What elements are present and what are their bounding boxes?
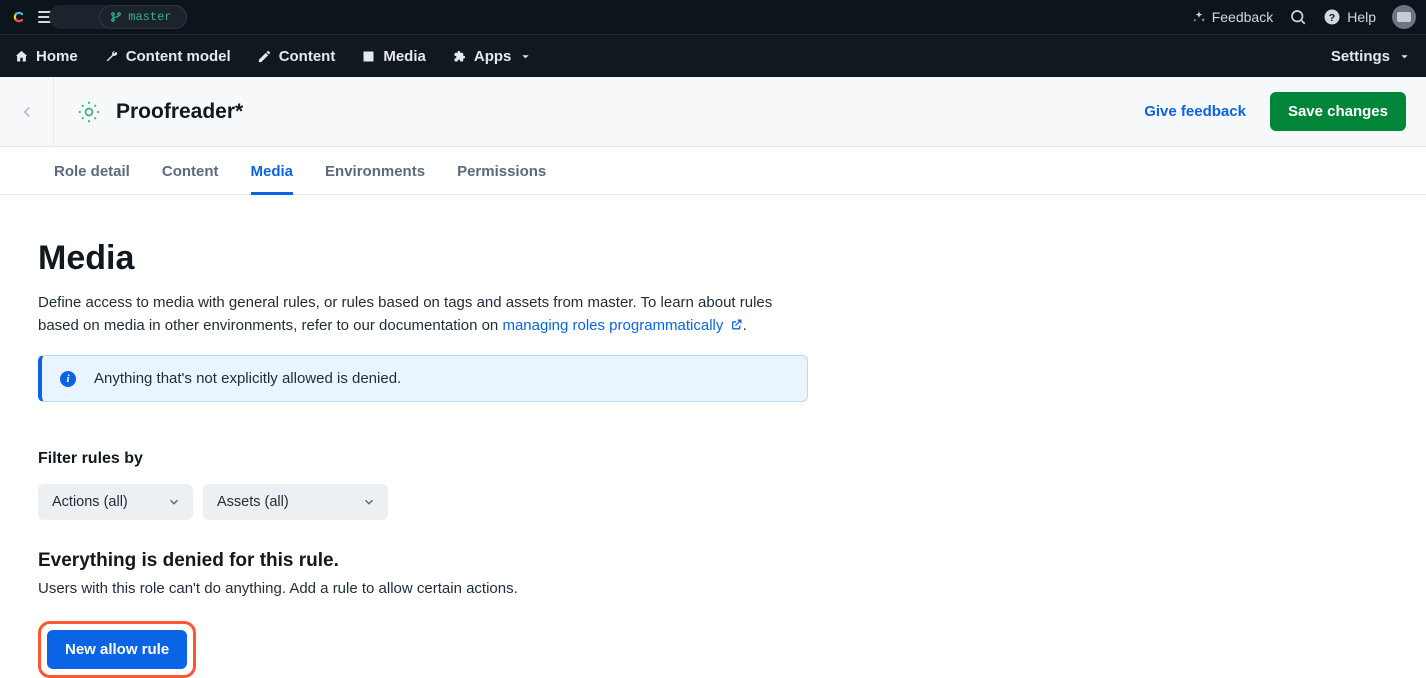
new-allow-rule-button[interactable]: New allow rule bbox=[47, 630, 187, 669]
svg-text:?: ? bbox=[1329, 12, 1335, 24]
denied-description: Users with this role can't do anything. … bbox=[38, 580, 820, 597]
app-topbar: BE master Feedback ? Help bbox=[0, 0, 1426, 34]
role-gear-icon bbox=[76, 99, 102, 125]
user-avatar[interactable] bbox=[1392, 5, 1416, 29]
save-changes-button[interactable]: Save changes bbox=[1270, 92, 1406, 131]
nav-content-model[interactable]: Content model bbox=[104, 48, 231, 65]
filter-label: Filter rules by bbox=[38, 450, 820, 468]
help-link[interactable]: ? Help bbox=[1323, 8, 1376, 26]
home-icon bbox=[14, 49, 29, 64]
caret-down-icon bbox=[518, 49, 533, 64]
environment-name: master bbox=[128, 10, 171, 24]
page-title: Proofreader* bbox=[116, 100, 243, 124]
nav-content[interactable]: Content bbox=[257, 48, 336, 65]
chevron-left-icon bbox=[18, 103, 36, 121]
feedback-link[interactable]: Feedback bbox=[1192, 9, 1273, 25]
denied-heading: Everything is denied for this rule. bbox=[38, 550, 820, 572]
primary-nav: Home Content model Content Media Apps Se… bbox=[0, 34, 1426, 77]
tab-content[interactable]: Content bbox=[162, 147, 219, 195]
image-icon bbox=[361, 49, 376, 64]
doc-link-managing-roles[interactable]: managing roles programmatically bbox=[502, 317, 742, 334]
page-header: Proofreader* Give feedback Save changes bbox=[0, 77, 1426, 147]
nav-settings[interactable]: Settings bbox=[1331, 48, 1412, 65]
filter-assets-select[interactable]: Assets (all) bbox=[203, 484, 388, 520]
nav-home[interactable]: Home bbox=[14, 48, 78, 65]
nav-media[interactable]: Media bbox=[361, 48, 426, 65]
environment-pill[interactable]: master bbox=[99, 5, 186, 29]
tab-permissions[interactable]: Permissions bbox=[457, 147, 546, 195]
section-description: Define access to media with general rule… bbox=[38, 292, 808, 337]
info-text: Anything that's not explicitly allowed i… bbox=[94, 370, 401, 387]
media-rules-section: Media Define access to media with genera… bbox=[0, 195, 820, 678]
search-icon bbox=[1289, 8, 1307, 26]
tutorial-highlight: New allow rule bbox=[38, 621, 196, 678]
info-icon: i bbox=[60, 371, 76, 387]
chevron-down-icon bbox=[167, 495, 181, 509]
tab-role-detail[interactable]: Role detail bbox=[54, 147, 130, 195]
caret-down-icon bbox=[1397, 49, 1412, 64]
back-button[interactable] bbox=[0, 77, 54, 146]
tab-environments[interactable]: Environments bbox=[325, 147, 425, 195]
filter-actions-select[interactable]: Actions (all) bbox=[38, 484, 193, 520]
chevron-down-icon bbox=[362, 495, 376, 509]
sparkle-icon bbox=[1192, 10, 1206, 24]
contentful-logo-icon[interactable] bbox=[10, 8, 28, 26]
search-button[interactable] bbox=[1289, 8, 1307, 26]
give-feedback-link[interactable]: Give feedback bbox=[1144, 103, 1246, 120]
section-heading: Media bbox=[38, 239, 820, 278]
external-link-icon bbox=[730, 318, 743, 331]
nav-apps[interactable]: Apps bbox=[452, 48, 534, 65]
role-tabs: Role detail Content Media Environments P… bbox=[0, 147, 1426, 195]
info-callout: i Anything that's not explicitly allowed… bbox=[38, 355, 808, 402]
puzzle-icon bbox=[452, 49, 467, 64]
tab-media[interactable]: Media bbox=[251, 147, 294, 195]
help-icon: ? bbox=[1323, 8, 1341, 26]
pencil-icon bbox=[257, 49, 272, 64]
branch-icon bbox=[110, 11, 122, 23]
wrench-icon bbox=[104, 49, 119, 64]
